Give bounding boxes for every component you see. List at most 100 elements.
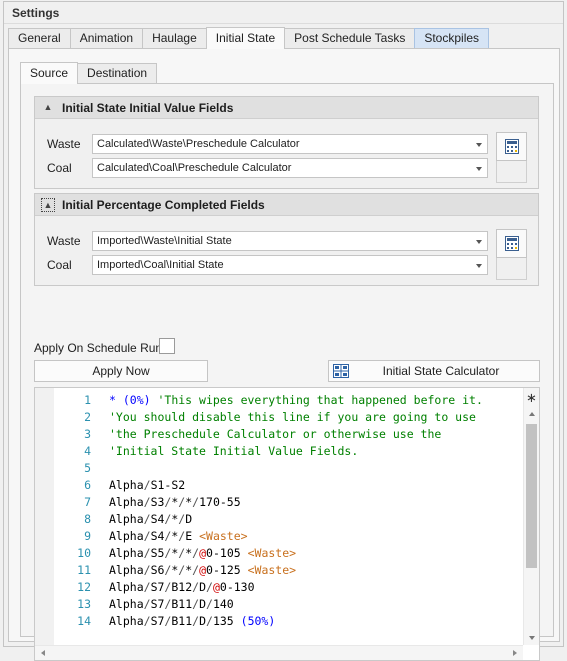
vertical-scroll-thumb[interactable]: [526, 424, 537, 568]
code-token: *: [109, 393, 123, 407]
code-token: S6: [150, 563, 165, 577]
code-token: 170-55: [199, 495, 241, 509]
calculator-button[interactable]: [496, 132, 527, 161]
code-token: <Waste>: [199, 529, 248, 543]
vertical-scrollbar[interactable]: ∗: [523, 388, 539, 645]
calculator-icon: [505, 236, 519, 251]
line-number: 12: [77, 580, 91, 594]
chevron-up-icon[interactable]: ▲: [41, 198, 55, 212]
dropdown-arrow-icon[interactable]: [476, 143, 482, 147]
waste-percentage-combo[interactable]: Imported\Waste\Initial State: [92, 231, 488, 251]
tab-destination[interactable]: Destination: [77, 63, 158, 84]
coal-percentage-combo[interactable]: Imported\Coal\Initial State: [92, 255, 488, 275]
line-text: Alpha/S3/*/*/170-55: [109, 494, 241, 511]
scroll-down-icon[interactable]: [529, 636, 535, 640]
code-token: /: [143, 512, 151, 526]
scroll-left-icon[interactable]: [41, 650, 45, 656]
line-number: 1: [84, 393, 91, 407]
initial-value-fields-header[interactable]: ▲ Initial State Initial Value Fields: [35, 97, 538, 119]
scroll-up-icon[interactable]: [529, 412, 535, 416]
line-text: Alpha/S4/*/D: [109, 511, 192, 528]
code-token: 135: [212, 614, 241, 628]
waste-initial-value-combo[interactable]: Calculated\Waste\Preschedule Calculator: [92, 134, 488, 154]
code-token: B11: [171, 614, 193, 628]
code-token: Alpha: [109, 495, 144, 509]
code-token: /: [143, 614, 151, 628]
line-text: Alpha/S5/*/*/@0-105 <Waste>: [109, 545, 296, 562]
waste-label: Waste: [47, 234, 81, 248]
line-number: 3: [84, 427, 91, 441]
code-token: D: [199, 580, 207, 594]
split-view-icon[interactable]: ∗: [526, 391, 537, 404]
calculator-frame: [496, 161, 527, 183]
line-number: 5: [84, 461, 91, 475]
tab-post-schedule-tasks[interactable]: Post Schedule Tasks: [284, 28, 416, 49]
code-token: 140: [212, 597, 234, 611]
coal-initial-value-combo[interactable]: Calculated\Coal\Preschedule Calculator: [92, 158, 488, 178]
initial-value-fields-group: ▲ Initial State Initial Value Fields Was…: [34, 96, 539, 189]
code-token: S4: [150, 512, 165, 526]
line-number: 2: [84, 410, 91, 424]
line-number: 9: [84, 529, 91, 543]
initial-state-calculator-button[interactable]: Initial State Calculator: [328, 360, 540, 382]
code-token: @: [199, 563, 207, 577]
combo-value: Calculated\Coal\Preschedule Calculator: [97, 162, 292, 174]
combo-value: Imported\Coal\Initial State: [97, 259, 224, 271]
code-token: Alpha: [109, 529, 144, 543]
code-token: @: [199, 546, 207, 560]
code-editor[interactable]: 1 * (0%) 'This wipes everything that happ…: [34, 387, 540, 661]
code-token: 'Initial State Initial Value Fields.: [109, 444, 359, 458]
group-title: Initial State Initial Value Fields: [62, 101, 234, 115]
code-token: 0-125: [206, 563, 248, 577]
dropdown-arrow-icon[interactable]: [476, 264, 482, 268]
line-number: 6: [84, 478, 91, 492]
line-number: 4: [84, 444, 91, 458]
chevron-up-icon[interactable]: ▲: [41, 101, 55, 115]
code-token: @: [212, 580, 220, 594]
code-token: S7: [150, 597, 165, 611]
line-text: 'the Preschedule Calculator or otherwise…: [109, 426, 441, 443]
apply-now-button[interactable]: Apply Now: [34, 360, 208, 382]
code-token: S3: [150, 495, 165, 509]
tab-haulage[interactable]: Haulage: [142, 28, 207, 49]
tab-stockpiles[interactable]: Stockpiles: [414, 28, 490, 49]
tab-initial-state[interactable]: Initial State: [205, 27, 286, 49]
button-label: Initial State Calculator: [382, 364, 500, 378]
code-token: 'You should disable this line if you are…: [109, 410, 476, 424]
line-text: Alpha/S7/B12/D/@0-130: [109, 579, 255, 596]
line-number: 13: [77, 597, 91, 611]
code-token: <Waste>: [247, 546, 297, 560]
dropdown-arrow-icon[interactable]: [476, 240, 482, 244]
line-text: Alpha/S7/B11/D/135 (50%): [109, 613, 275, 630]
tab-animation[interactable]: Animation: [69, 28, 144, 49]
code-token: /: [143, 597, 151, 611]
dropdown-arrow-icon[interactable]: [476, 167, 482, 171]
code-token: S7: [150, 580, 165, 594]
group-title: Initial Percentage Completed Fields: [62, 198, 265, 212]
percentage-completed-fields-header[interactable]: ▲ Initial Percentage Completed Fields: [35, 194, 538, 216]
code-token: /: [143, 529, 151, 543]
code-token: Alpha: [109, 512, 144, 526]
coal-label: Coal: [47, 258, 72, 272]
code-token: 'the Preschedule Calculator or otherwise…: [109, 427, 442, 441]
code-token: S5: [150, 546, 165, 560]
apply-on-schedule-run-label: Apply On Schedule Run: [34, 341, 163, 355]
scroll-right-icon[interactable]: [513, 650, 517, 656]
code-token: Alpha: [109, 580, 144, 594]
calculator-button[interactable]: [496, 229, 527, 258]
code-token: <Waste>: [247, 563, 297, 577]
line-number: 10: [77, 546, 91, 560]
percentage-completed-fields-group: ▲ Initial Percentage Completed Fields Wa…: [34, 193, 539, 286]
code-token: 0-130: [219, 580, 255, 594]
code-token: S1-S2: [150, 478, 186, 492]
tab-source[interactable]: Source: [20, 62, 79, 84]
code-token: Alpha: [109, 546, 144, 560]
tab-general[interactable]: General: [8, 28, 71, 49]
code-token: (50%): [240, 614, 276, 628]
calculator-frame: [496, 258, 527, 280]
calculator-icon: [505, 139, 519, 154]
apply-on-schedule-run-checkbox[interactable]: [159, 338, 175, 354]
code-token: D: [199, 597, 207, 611]
horizontal-scrollbar[interactable]: [35, 645, 523, 660]
code-token: Alpha: [109, 614, 144, 628]
